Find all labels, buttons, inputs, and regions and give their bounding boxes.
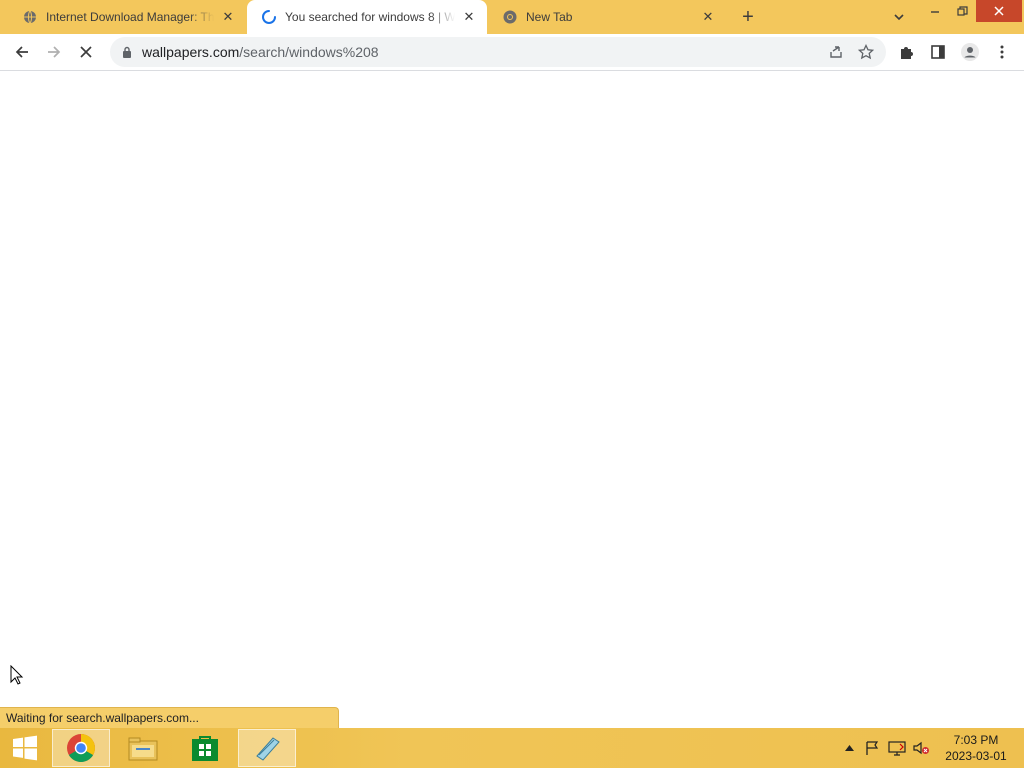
loading-spinner-icon [261,9,277,25]
clock-time: 7:03 PM [953,733,999,747]
close-tab-icon[interactable]: ✕ [700,9,716,25]
close-tab-icon[interactable]: ✕ [461,9,477,25]
url-path: /search/windows%208 [239,44,379,60]
restore-icon [956,5,968,16]
globe-icon [22,9,38,25]
taskbar-notepad[interactable] [238,729,296,767]
close-window-button[interactable] [976,0,1022,22]
notepad-icon [256,737,280,761]
star-icon[interactable] [857,43,875,63]
chevron-up-icon [844,745,854,751]
tab-search-button[interactable] [884,5,914,29]
tab-you-searched-for-windows-8[interactable]: You searched for windows 8 | Wa ✕ [247,0,487,34]
mouse-cursor-icon [10,664,24,688]
minimize-button[interactable] [920,0,950,22]
new-tab-button[interactable]: + [736,5,760,29]
status-bubble: Waiting for search.wallpapers.com... [0,707,339,728]
tab-new-tab[interactable]: New Tab ✕ [488,0,726,34]
back-button[interactable] [8,38,36,66]
arrow-left-icon [15,46,28,58]
puzzle-icon [901,47,913,59]
volume-muted-icon[interactable] [910,728,932,768]
browser-toolbar: wallpapers.com/search/windows%208 [0,34,1024,71]
kebab-menu-icon [1000,45,1004,59]
chrome-icon [502,9,518,25]
url-text[interactable]: wallpapers.com/search/windows%208 [142,44,379,60]
clock[interactable]: 7:03 PM 2023-03-01 [940,732,1012,764]
action-center-flag-icon[interactable] [862,728,882,768]
clock-date: 2023-03-01 [945,749,1007,763]
store-icon [192,736,218,761]
profile-button[interactable] [956,38,984,66]
close-icon [994,6,1004,16]
page-viewport[interactable] [0,71,1024,728]
chevron-down-icon [894,14,904,21]
restore-button[interactable] [947,0,977,22]
taskbar-chrome[interactable] [52,729,110,767]
show-hidden-icons-button[interactable] [842,728,856,768]
share-icon[interactable] [828,44,844,63]
tab-internet-download-manager[interactable]: Internet Download Manager: The ✕ [8,0,246,34]
url-host: wallpapers.com [142,44,240,60]
tab-strip: Internet Download Manager: The ✕ You sea… [0,0,1024,34]
side-panel-icon [931,45,945,59]
close-icon [80,46,92,58]
menu-button[interactable] [988,38,1016,66]
side-panel-button[interactable] [924,38,952,66]
close-tab-icon[interactable]: ✕ [220,9,236,25]
arrow-right-icon [48,46,61,58]
tab-title: Internet Download Manager: The [46,10,214,24]
avatar-icon [961,43,979,61]
extensions-button[interactable] [892,38,920,66]
start-button[interactable] [0,728,50,768]
address-bar[interactable]: wallpapers.com/search/windows%208 [110,37,886,67]
windows-logo-icon [13,735,37,761]
folder-icon [128,737,158,761]
plus-icon: + [742,5,754,28]
stop-loading-button[interactable] [72,38,100,66]
chrome-icon [67,734,95,762]
taskbar-store[interactable] [176,729,234,767]
taskbar-file-explorer[interactable] [114,729,172,767]
minimize-icon [931,11,939,13]
forward-button[interactable] [40,38,68,66]
tab-title: New Tab [526,10,573,24]
network-icon[interactable] [886,728,908,768]
tab-title: You searched for windows 8 | Wa [285,10,455,24]
lock-icon[interactable] [120,45,134,59]
taskbar: 7:03 PM 2023-03-01 [0,728,1024,768]
